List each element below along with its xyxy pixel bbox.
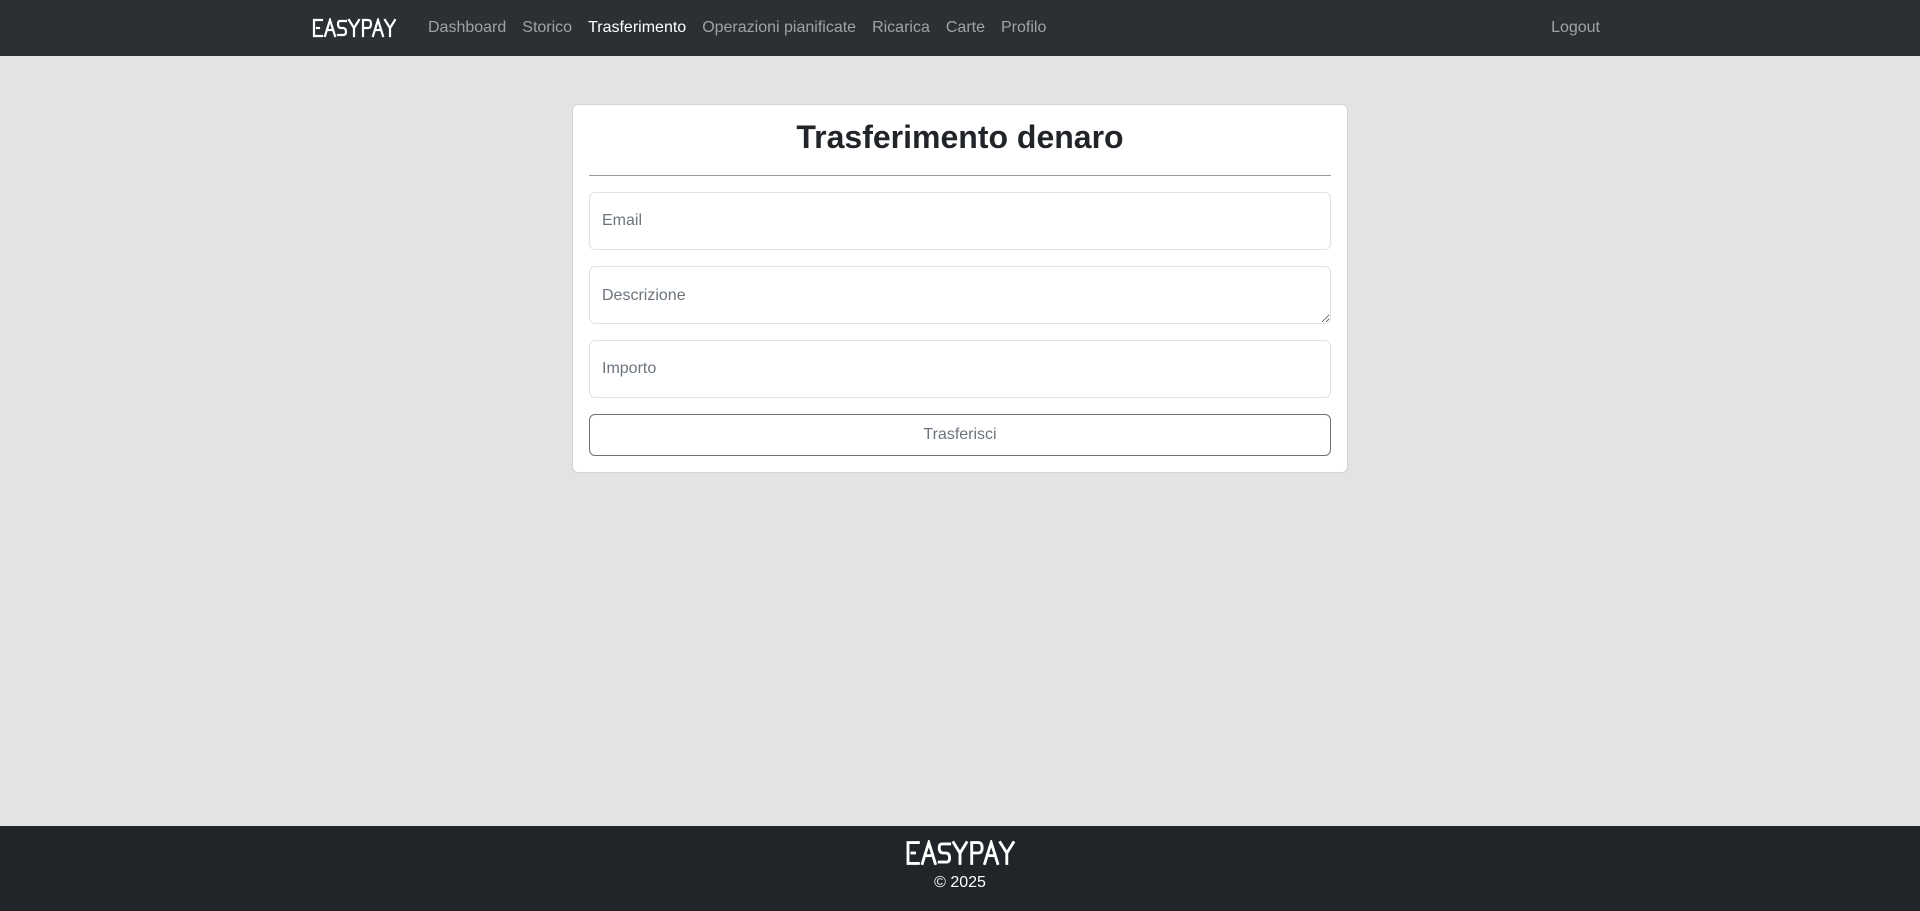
nav-item-dashboard[interactable]: Dashboard (428, 19, 506, 37)
nav-item-profilo[interactable]: Profilo (1001, 19, 1046, 37)
top-navbar: Dashboard Storico Trasferimento Operazio… (0, 0, 1920, 56)
nav-item-operazioni-pianificate[interactable]: Operazioni pianificate (702, 19, 856, 37)
amount-input[interactable] (589, 340, 1331, 398)
nav-links: Dashboard Storico Trasferimento Operazio… (428, 0, 1062, 56)
nav-item-carte[interactable]: Carte (946, 19, 985, 37)
transfer-button[interactable]: Trasferisci (589, 414, 1331, 456)
brand-logo[interactable] (312, 0, 396, 56)
nav-item-trasferimento[interactable]: Trasferimento (588, 19, 686, 37)
description-textarea[interactable] (589, 266, 1331, 324)
email-input[interactable] (589, 192, 1331, 250)
title-divider (589, 175, 1331, 176)
transfer-form-card: Trasferimento denaro Trasferisci (572, 104, 1348, 473)
nav-item-storico[interactable]: Storico (522, 19, 572, 37)
footer: © 2025 (0, 826, 1920, 911)
nav-item-ricarica[interactable]: Ricarica (872, 19, 930, 37)
copyright-text: © 2025 (934, 874, 986, 891)
logout-link[interactable]: Logout (1551, 0, 1600, 56)
footer-brand-logo (0, 840, 1920, 866)
page-title: Trasferimento denaro (796, 119, 1124, 155)
